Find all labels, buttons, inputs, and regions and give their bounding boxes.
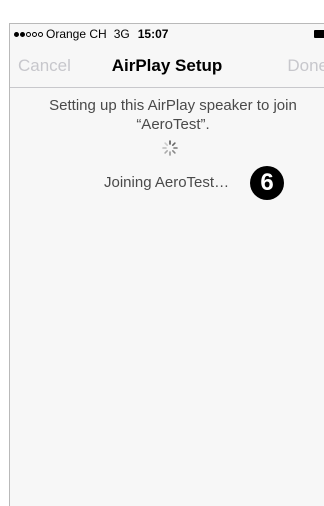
battery-icon [314, 30, 324, 38]
signal-dot [20, 31, 25, 37]
signal-dot [26, 31, 31, 37]
navigation-bar: Cancel AirPlay Setup Done [10, 44, 324, 88]
phone-screen: Orange CH 3G 15:07 Cancel AirPlay Setup … [9, 23, 324, 506]
signal-dot [38, 31, 43, 37]
carrier-name: Orange CH [46, 27, 107, 41]
network-type: 3G [113, 27, 130, 41]
status-bar: Orange CH 3G 15:07 [10, 24, 324, 44]
status-time: 15:07 [137, 27, 169, 41]
joining-status-text: Joining AeroTest… [104, 174, 230, 191]
signal-dot [32, 31, 37, 37]
page-title: AirPlay Setup [111, 56, 223, 75]
activity-spinner-icon [162, 140, 178, 156]
signal-dot [14, 31, 19, 37]
signal-strength-icon [14, 31, 43, 37]
step-number-badge: 6 [250, 166, 284, 200]
done-button[interactable]: Done [287, 56, 324, 76]
setup-message: Setting up this AirPlay speaker to join … [49, 97, 297, 133]
